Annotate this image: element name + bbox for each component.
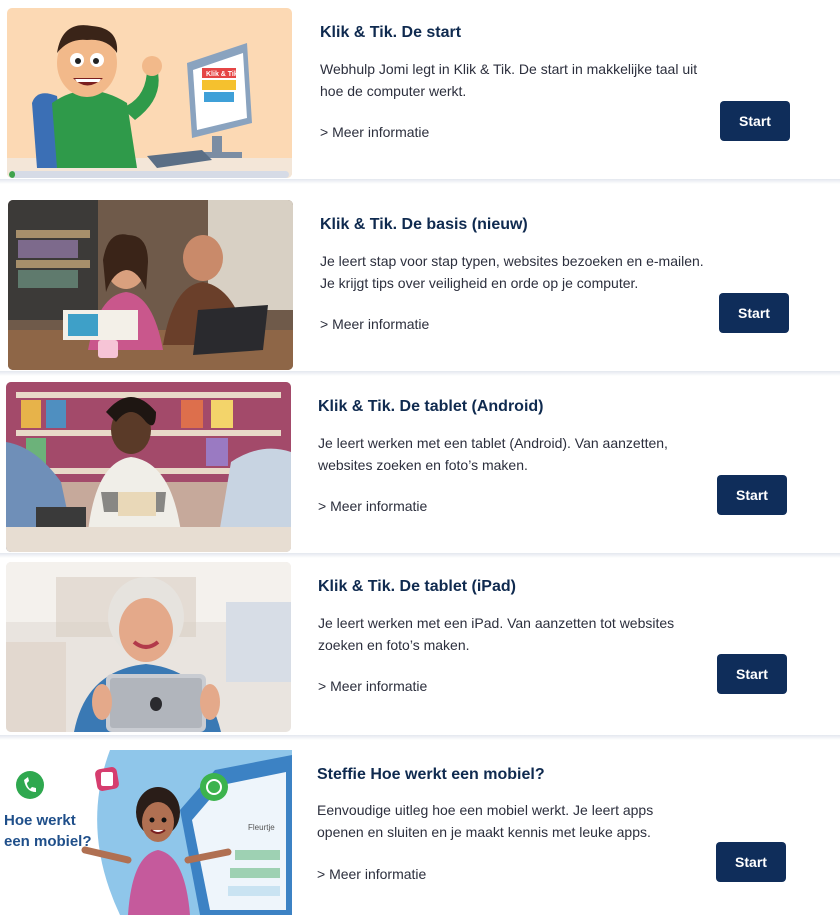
course-description: Je leert stap voor stap typen, websites …: [320, 253, 704, 291]
course-title: Steffie Hoe werkt een mobiel?: [317, 766, 545, 783]
course-thumbnail[interactable]: [6, 382, 291, 552]
course-title: Klik & Tik. De start: [320, 24, 462, 41]
woman-tablet-library-photo: [6, 382, 291, 552]
course-description: Je leert werken met een tablet (Android)…: [318, 435, 668, 473]
phone-app-icon: [16, 771, 44, 799]
more-info-link[interactable]: > Meer informatie: [318, 678, 427, 694]
course-description: Webhulp Jomi legt in Klik & Tik. De star…: [320, 61, 698, 99]
older-woman-ipad-photo: [6, 562, 291, 732]
image-heading-line2: een mobiel?: [4, 833, 92, 850]
course-description: Je leert werken met een iPad. Van aanzet…: [318, 615, 675, 653]
whatsapp-icon: [200, 773, 228, 801]
start-button[interactable]: Start: [719, 293, 789, 333]
course-thumbnail[interactable]: Fleurtje Hoe werkt een mobiel?: [0, 750, 292, 915]
course-title: Klik & Tik. De tablet (Android): [318, 398, 544, 415]
start-button[interactable]: Start: [717, 475, 787, 515]
steffie-mobile-illustration: Fleurtje Hoe werkt een mobiel?: [0, 750, 292, 915]
course-thumbnail[interactable]: [8, 200, 293, 370]
course-thumbnail[interactable]: Klik & Tik: [7, 8, 292, 178]
image-heading-line1: Hoe werkt: [4, 812, 76, 829]
course-title: Klik & Tik. De tablet (iPad): [318, 578, 516, 595]
more-info-link[interactable]: > Meer informatie: [320, 124, 429, 140]
card-shadow: [0, 735, 840, 740]
course-description: Eenvoudige uitleg hoe een mobiel werkt. …: [317, 802, 654, 840]
course-card: Klik & Tik. De basis (nieuw) Je leert st…: [0, 194, 840, 376]
course-card: Fleurtje Hoe werkt een mobiel? Steffie H…: [0, 745, 840, 915]
course-card: Klik & Tik. De tablet (Android) Je leert…: [0, 376, 840, 558]
more-info-link[interactable]: > Meer informatie: [318, 498, 427, 514]
course-title: Klik & Tik. De basis (nieuw): [320, 216, 528, 233]
start-button[interactable]: Start: [720, 101, 790, 141]
course-progress-fill: [9, 171, 15, 178]
course-thumbnail[interactable]: [6, 562, 291, 732]
course-progress-bar: [9, 171, 289, 178]
course-card: Klik & Tik Klik & Tik. De start Webhulp …: [0, 0, 840, 184]
more-info-link[interactable]: > Meer informatie: [317, 866, 426, 882]
card-shadow: [0, 179, 840, 184]
start-button[interactable]: Start: [717, 654, 787, 694]
more-info-link[interactable]: > Meer informatie: [320, 316, 429, 332]
klik-tik-logo-text: Klik & Tik: [206, 71, 238, 78]
course-card: Klik & Tik. De tablet (iPad) Je leert we…: [0, 558, 840, 740]
phone-label-text: Fleurtje: [248, 823, 275, 832]
cartoon-man-computer-image: Klik & Tik: [7, 8, 292, 178]
couple-laptop-photo: [8, 200, 293, 370]
start-button[interactable]: Start: [716, 842, 786, 882]
